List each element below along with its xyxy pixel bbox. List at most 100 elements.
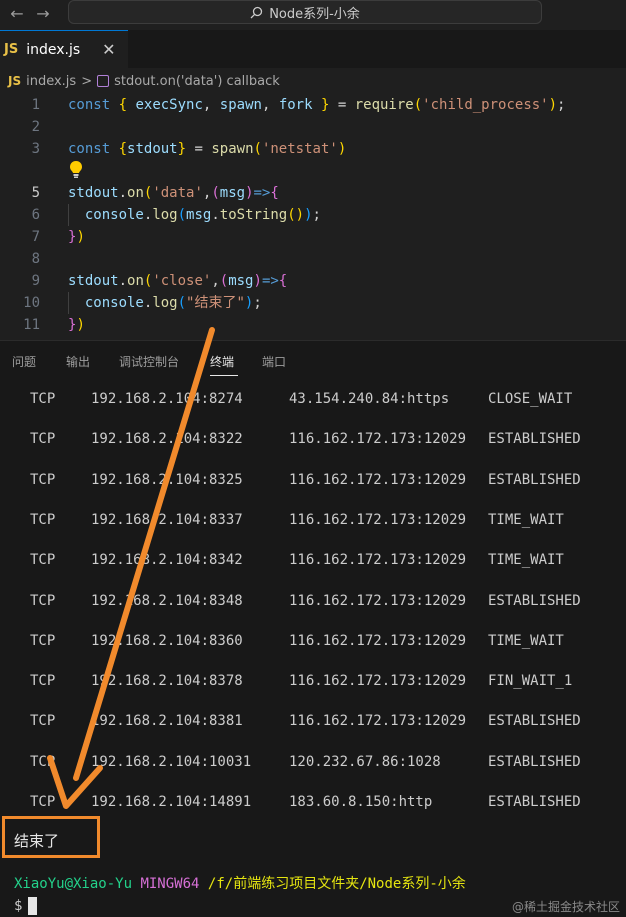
protocol-cell: TCP	[30, 673, 56, 690]
line-number: 7	[31, 229, 40, 245]
local-address-cell: 192.168.2.104:8342	[91, 552, 243, 569]
line-number: 3	[31, 141, 40, 157]
foreign-address-cell: 116.162.172.173:12029	[289, 431, 467, 448]
table-row: TCP 192.168.2.104:8325 116.162.172.173:120…	[0, 469, 626, 491]
tab-output[interactable]: 输出	[66, 353, 90, 370]
protocol-cell: TCP	[30, 471, 56, 488]
forward-arrow-icon[interactable]: →	[32, 3, 54, 25]
foreign-address-cell: 116.162.172.173:12029	[289, 511, 467, 528]
prompt-symbol: $	[14, 898, 23, 914]
panel-tab-bar: 问题 输出 调试控制台 终端 端口	[0, 340, 626, 379]
javascript-file-icon: JS	[8, 74, 22, 88]
local-address-cell: 192.168.2.104:8348	[91, 592, 243, 609]
terminal-prompt: XiaoYu@Xiao-Yu MINGW64 /f/前端练习项目文件夹/Node…	[14, 874, 466, 894]
text-cursor	[28, 897, 38, 915]
line-number: 8	[31, 251, 40, 267]
foreign-address-cell: 116.162.172.173:12029	[289, 713, 467, 730]
protocol-cell: TCP	[30, 592, 56, 609]
table-row: TCP 192.168.2.104:8322 116.162.172.173:120…	[0, 428, 626, 450]
title-bar: ← → Node系列-小余	[0, 0, 626, 31]
foreign-address-cell: 183.60.8.150:http	[289, 794, 433, 810]
local-address-cell: 192.168.2.104:8274	[91, 391, 243, 407]
line-number-active: 5	[31, 185, 40, 201]
local-address-cell: 192.168.2.104:14891	[91, 794, 252, 810]
local-address-cell: 192.168.2.104:8378	[91, 673, 243, 690]
breadcrumb: JS index.js > stdout.on('data') callback	[0, 68, 626, 94]
local-address-cell: 192.168.2.104:8381	[91, 713, 243, 730]
back-arrow-icon[interactable]: ←	[6, 3, 28, 25]
foreign-address-cell: 116.162.172.173:12029	[289, 471, 467, 488]
state-cell: ESTABLISHED	[488, 431, 581, 448]
protocol-cell: TCP	[30, 753, 56, 770]
foreign-address-cell: 116.162.172.173:12029	[289, 552, 467, 569]
highlight-box	[2, 816, 100, 858]
search-label: Node系列-小余	[269, 6, 360, 22]
tab-terminal[interactable]: 终端	[210, 353, 234, 370]
watermark: @稀土掘金技术社区	[511, 900, 620, 914]
local-address-cell: 192.168.2.104:8322	[91, 431, 243, 448]
protocol-cell: TCP	[30, 713, 56, 730]
state-cell: FIN_WAIT_1	[488, 673, 573, 690]
protocol-cell: TCP	[30, 552, 56, 569]
protocol-cell: TCP	[30, 794, 56, 810]
state-cell: ESTABLISHED	[488, 794, 581, 810]
table-row: TCP 192.168.2.104:8360 116.162.172.173:120…	[0, 630, 626, 652]
line-number: 9	[31, 273, 40, 289]
search-icon	[250, 6, 263, 18]
protocol-cell: TCP	[30, 511, 56, 528]
foreign-address-cell: 120.232.67.86:1028	[289, 753, 441, 770]
state-cell: TIME_WAIT	[488, 552, 564, 569]
close-icon[interactable]: ✕	[102, 40, 115, 59]
tab-ports[interactable]: 端口	[262, 353, 286, 370]
local-address-cell: 192.168.2.104:8325	[91, 471, 243, 488]
prompt-system: MINGW64	[140, 876, 200, 892]
state-cell: ESTABLISHED	[488, 753, 581, 770]
state-cell: ESTABLISHED	[488, 471, 581, 488]
line-number: 10	[23, 295, 40, 311]
state-cell: ESTABLISHED	[488, 713, 581, 730]
code-editor[interactable]: 1 2 3 5 6 7 8 9 10 11 const { execSync, …	[0, 94, 626, 340]
indent-guide	[68, 204, 69, 226]
editor-tab-bar: JS index.js ✕	[0, 30, 626, 69]
tab-index-js[interactable]: JS index.js ✕	[0, 30, 128, 68]
state-cell: TIME_WAIT	[488, 632, 564, 649]
table-row: TCP 192.168.2.104:8378 116.162.172.173:120…	[0, 670, 626, 692]
table-row: TCP 192.168.2.104:8348 116.162.172.173:120…	[0, 590, 626, 612]
table-row: TCP 192.168.2.104:8381 116.162.172.173:120…	[0, 710, 626, 732]
tab-label: index.js	[26, 41, 81, 58]
prompt-user: XiaoYu@Xiao-Yu	[14, 876, 133, 892]
table-row: TCP 192.168.2.104:8337 116.162.172.173:120…	[0, 509, 626, 531]
breadcrumb-file[interactable]: index.js	[26, 74, 76, 89]
state-cell: CLOSE_WAIT	[488, 391, 573, 407]
terminal[interactable]: TCP 192.168.2.104:8274 43.154.240.84:https…	[0, 378, 626, 917]
protocol-cell: TCP	[30, 632, 56, 649]
foreign-address-cell: 43.154.240.84:https	[289, 391, 450, 407]
table-row: TCP 192.168.2.104:8274 43.154.240.84:https…	[0, 388, 626, 410]
line-number: 2	[31, 119, 40, 135]
line-number: 11	[23, 317, 40, 333]
protocol-cell: TCP	[30, 391, 56, 407]
tab-debug-console[interactable]: 调试控制台	[119, 353, 179, 370]
terminal-input-line[interactable]: $	[14, 896, 38, 916]
foreign-address-cell: 116.162.172.173:12029	[289, 632, 467, 649]
local-address-cell: 192.168.2.104:8337	[91, 511, 243, 528]
local-address-cell: 192.168.2.104:10031	[91, 753, 252, 770]
line-number: 6	[31, 207, 40, 223]
command-center-search[interactable]: Node系列-小余	[68, 0, 542, 24]
table-row: TCP 192.168.2.104:14891 183.60.8.150:http E…	[0, 791, 626, 813]
state-cell: ESTABLISHED	[488, 592, 581, 609]
line-number: 1	[31, 97, 40, 113]
breadcrumb-separator: >	[81, 73, 93, 89]
indent-guide	[68, 292, 69, 314]
local-address-cell: 192.168.2.104:8360	[91, 632, 243, 649]
prompt-path: /f/前端练习项目文件夹/Node系列-小余	[207, 876, 466, 892]
lightbulb-icon[interactable]	[68, 160, 84, 180]
protocol-cell: TCP	[30, 431, 56, 448]
foreign-address-cell: 116.162.172.173:12029	[289, 673, 467, 690]
table-row: TCP 192.168.2.104:8342 116.162.172.173:120…	[0, 549, 626, 571]
method-symbol-icon	[97, 75, 110, 87]
table-row: TCP 192.168.2.104:10031 120.232.67.86:1028…	[0, 751, 626, 773]
tab-problems[interactable]: 问题	[12, 353, 36, 370]
javascript-file-icon: JS	[4, 42, 19, 57]
breadcrumb-symbol[interactable]: stdout.on('data') callback	[114, 74, 280, 89]
